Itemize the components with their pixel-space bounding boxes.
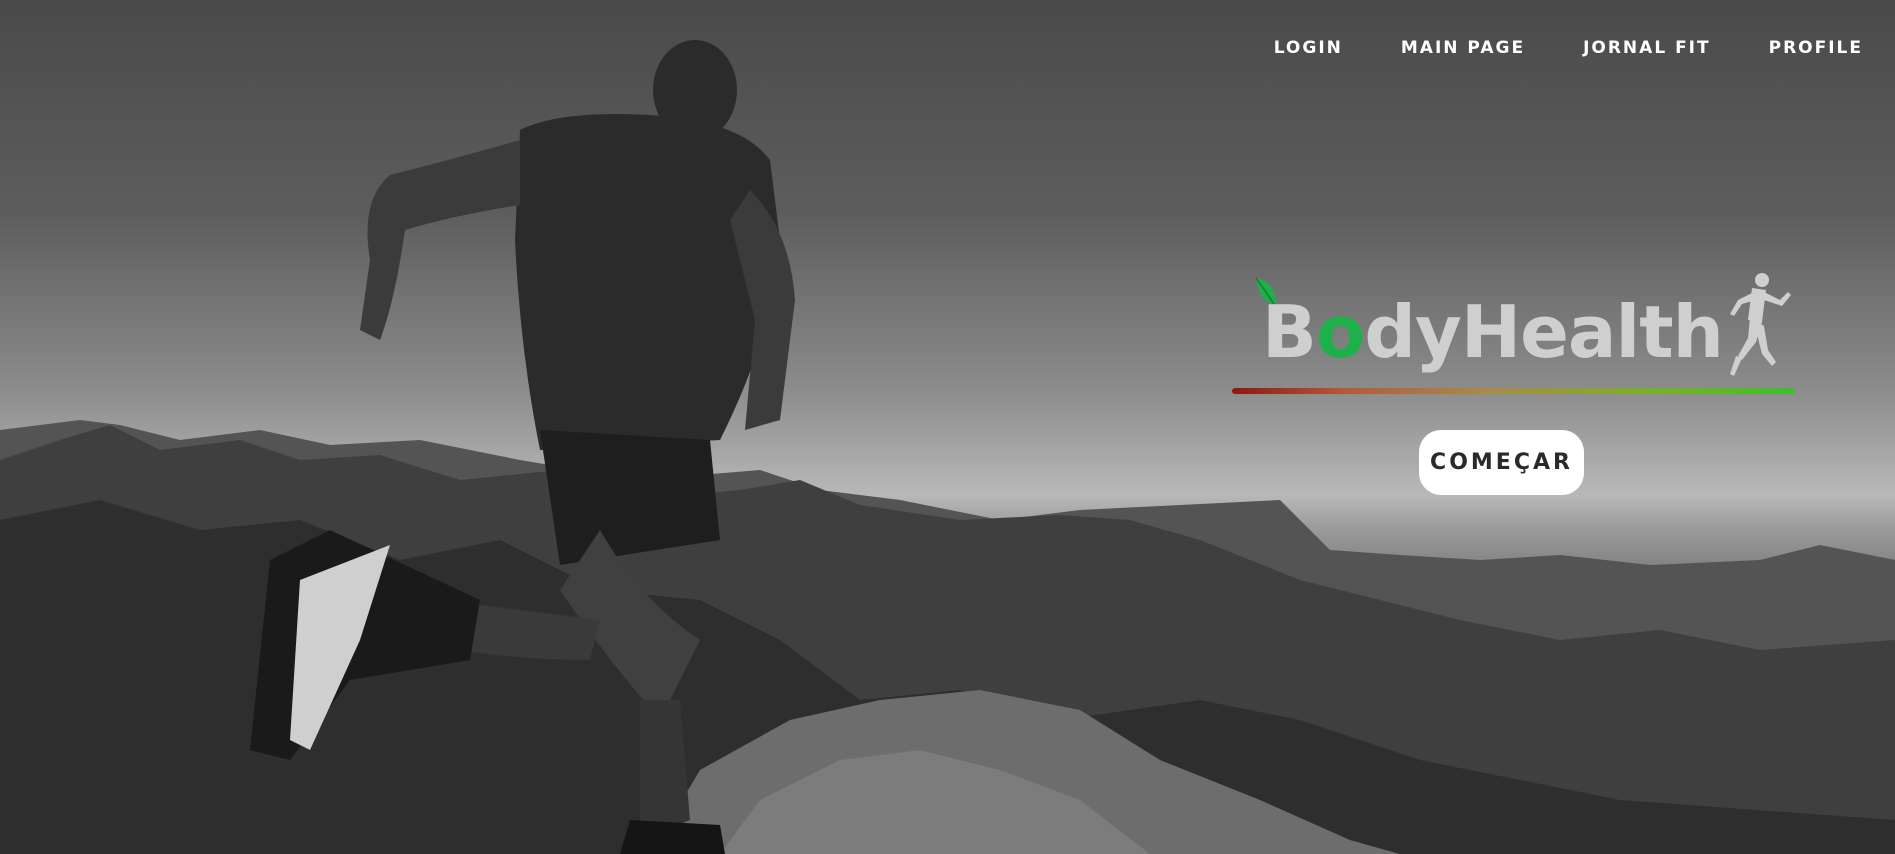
nav-item-profile[interactable]: PROFILE xyxy=(1769,38,1863,58)
nav-item-login[interactable]: LOGIN xyxy=(1274,38,1343,58)
bodyhealth-logo: BodyHealth xyxy=(1230,268,1800,398)
brand-accent-letter: o xyxy=(1315,290,1365,374)
brand-rest: dyHealth xyxy=(1364,290,1724,374)
start-button[interactable]: COMEÇAR xyxy=(1419,430,1584,495)
top-navigation: LOGIN MAIN PAGE JORNAL FIT PROFILE xyxy=(1274,38,1863,58)
nav-item-jornal-fit[interactable]: JORNAL FIT xyxy=(1583,38,1711,58)
brand-gradient-line xyxy=(1232,388,1795,394)
hero-background-photo xyxy=(0,40,1895,854)
runner-icon xyxy=(1730,273,1791,376)
brand-wordmark: BodyHealth xyxy=(1262,296,1724,368)
hero-section: LOGIN MAIN PAGE JORNAL FIT PROFILE BodyH… xyxy=(0,0,1895,854)
nav-item-main-page[interactable]: MAIN PAGE xyxy=(1401,38,1525,58)
brand-first-letter: B xyxy=(1262,290,1317,374)
